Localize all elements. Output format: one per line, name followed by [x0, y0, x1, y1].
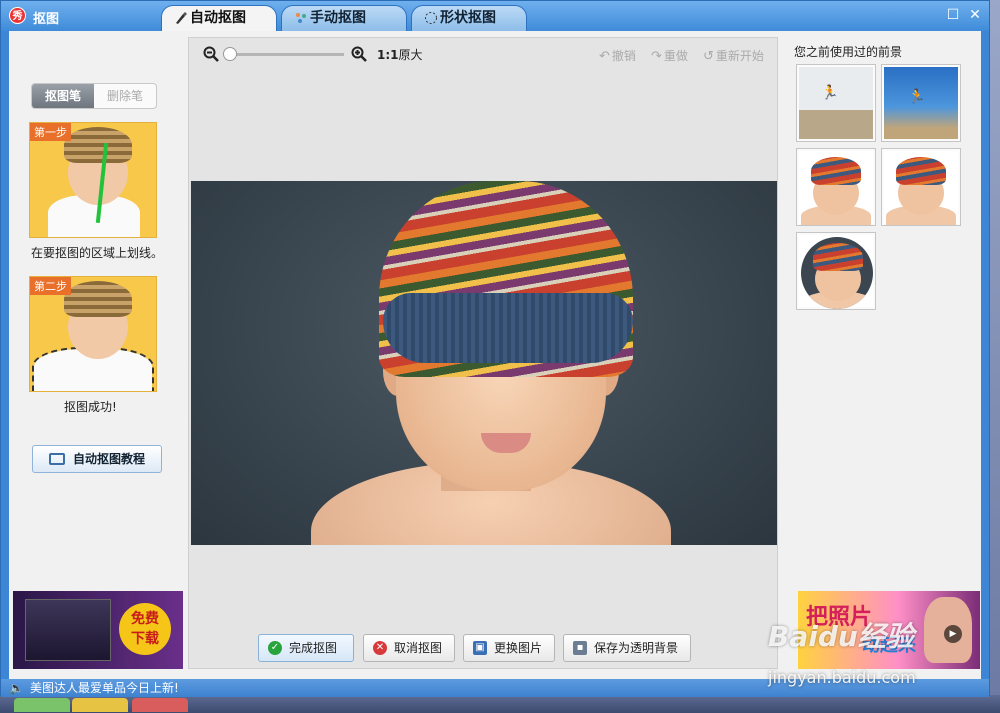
book-icon: [49, 453, 65, 465]
brush-icon: [176, 12, 187, 24]
desktop-edge: [990, 0, 1000, 713]
check-icon: ✓: [268, 641, 282, 655]
erase-pen-button[interactable]: 删除笔: [94, 84, 156, 108]
recent-foregrounds-title: 您之前使用过的前景: [794, 45, 903, 59]
step2-tag: 第二步: [30, 277, 71, 295]
status-message[interactable]: 美图达人最爱单品今日上新!: [30, 681, 179, 695]
tab-shape-cutout[interactable]: 形状抠图: [411, 5, 527, 31]
original-size-button[interactable]: 1:1原大: [377, 46, 423, 63]
tab-label: 手动抠图: [310, 10, 366, 26]
runner-icon: 🏃: [821, 85, 839, 101]
save-label: 保存为透明背景: [594, 641, 679, 655]
tab-auto-cutout[interactable]: 自动抠图: [161, 5, 277, 32]
recent-thumbnail[interactable]: [881, 148, 961, 226]
cancel-icon: ✕: [373, 641, 387, 655]
baby-hat: [64, 127, 132, 163]
cancel-label: 取消抠图: [394, 641, 443, 655]
play-icon[interactable]: ▶: [944, 625, 962, 643]
step1-tag: 第一步: [30, 123, 71, 141]
change-label: 更换图片: [494, 641, 543, 655]
close-button[interactable]: ✕: [967, 7, 983, 23]
save-icon: ▪: [573, 641, 587, 655]
badge-line2: 下载: [131, 631, 159, 647]
left-ad-banner[interactable]: 免费 下载: [13, 591, 183, 669]
thumb-image: 🏃: [884, 67, 958, 139]
reset-button[interactable]: ↺ 重新开始: [703, 47, 764, 64]
redo-icon: ↷: [651, 49, 662, 64]
step2-example-image: 第二步: [29, 276, 157, 392]
ad-screenshot: [25, 599, 111, 661]
window-title: 抠图: [33, 12, 60, 27]
step1-example-image: 第一步: [29, 122, 157, 238]
pen-mode-toggle: 抠图笔 删除笔: [31, 83, 157, 109]
cancel-cutout-button[interactable]: ✕ 取消抠图: [363, 634, 455, 662]
shape-dotted-icon: [425, 12, 437, 24]
redo-label: 重做: [663, 49, 688, 63]
tab-label: 自动抠图: [190, 10, 246, 26]
zoom-in-icon[interactable]: [351, 46, 367, 62]
recent-thumbnail[interactable]: 🏃: [796, 64, 876, 142]
taskbar-button[interactable]: [72, 698, 128, 712]
redo-button[interactable]: ↷ 重做: [651, 47, 688, 64]
thumb-hat: [813, 243, 863, 271]
thumb-hat: [896, 157, 946, 185]
editor-canvas: 1:1原大 ↶ 撤销 ↷ 重做 ↺ 重新开始 ✓ 完成抠图 ✕ 取消抠图 ▣ 更…: [188, 37, 778, 669]
finish-cutout-button[interactable]: ✓ 完成抠图: [258, 634, 354, 662]
free-download-badge: 免费 下载: [119, 603, 171, 655]
tab-label: 形状抠图: [440, 10, 496, 26]
maximize-button[interactable]: ☐: [945, 7, 961, 23]
baby-photo[interactable]: [191, 181, 777, 545]
reset-label: 重新开始: [715, 49, 764, 63]
tab-manual-cutout[interactable]: 手动抠图: [281, 5, 407, 31]
recent-thumbnail[interactable]: [796, 148, 876, 226]
thumb-image: [799, 235, 873, 309]
cutout-window: 秀 抠图 自动抠图 手动抠图 形状抠图 ☐ ✕ 抠图笔 删除笔 第一步 在要抠图…: [0, 0, 990, 697]
watermark-url: jingyan.baidu.com: [768, 668, 916, 687]
zoom-out-icon[interactable]: [203, 46, 219, 62]
thumb-image: [799, 151, 873, 225]
auto-cutout-tutorial-button[interactable]: 自动抠图教程: [32, 445, 162, 473]
runner-icon: 🏃: [908, 89, 926, 105]
reset-icon: ↺: [703, 49, 714, 64]
zoom-ratio: 1:1: [377, 48, 399, 62]
undo-label: 撤销: [611, 49, 636, 63]
save-transparent-button[interactable]: ▪ 保存为透明背景: [563, 634, 691, 662]
baby-hat: [64, 281, 132, 317]
thumb-image: [884, 151, 958, 225]
step1-caption: 在要抠图的区域上划线。: [31, 246, 164, 260]
recent-thumbnail[interactable]: [796, 232, 876, 310]
undo-icon: ↶: [599, 49, 610, 64]
taskbar: [0, 695, 1000, 713]
thumb-image: 🏃: [799, 67, 873, 139]
finish-label: 完成抠图: [289, 641, 338, 655]
cutout-pen-button[interactable]: 抠图笔: [32, 84, 94, 108]
badge-line1: 免费: [131, 611, 159, 627]
original-size-label: 原大: [398, 48, 423, 62]
taskbar-button[interactable]: [132, 698, 188, 712]
undo-button[interactable]: ↶ 撤销: [599, 47, 636, 64]
title-bar: 秀 抠图 自动抠图 手动抠图 形状抠图 ☐ ✕: [1, 1, 989, 32]
taskbar-button[interactable]: [14, 698, 70, 712]
zoom-slider-handle[interactable]: [223, 47, 237, 61]
app-logo-icon: 秀: [9, 7, 26, 24]
photo-hat-brim: [383, 293, 633, 363]
recent-thumbnail[interactable]: 🏃: [881, 64, 961, 142]
main-area: 抠图笔 删除笔 第一步 在要抠图的区域上划线。 第二步 抠图成功! 自动抠图教程…: [9, 31, 981, 679]
step2-caption: 抠图成功!: [64, 400, 117, 414]
speaker-icon: 🔈: [9, 681, 24, 695]
zoom-slider-track[interactable]: [229, 53, 344, 56]
image-icon: ▣: [473, 641, 487, 655]
tutorial-label: 自动抠图教程: [73, 452, 146, 466]
thumb-hat: [811, 157, 861, 185]
magic-wand-icon: [296, 13, 306, 23]
baidu-watermark: Baidu经验: [768, 620, 914, 653]
change-image-button[interactable]: ▣ 更换图片: [463, 634, 555, 662]
thumb-circle: [801, 237, 873, 309]
